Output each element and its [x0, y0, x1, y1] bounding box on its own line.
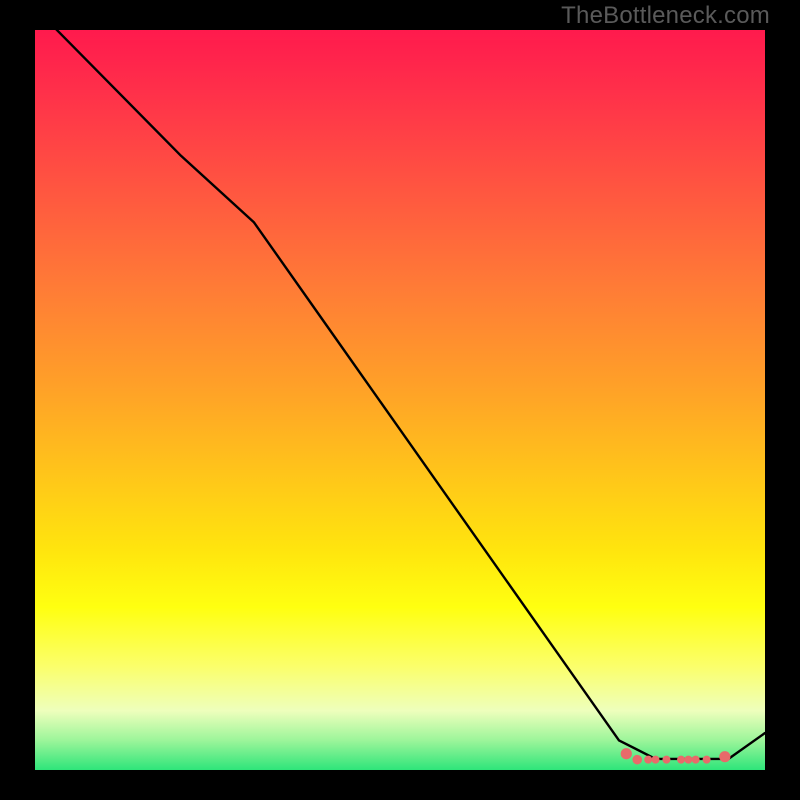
- data-marker: [703, 756, 711, 764]
- data-marker: [662, 756, 670, 764]
- chart-frame: TheBottleneck.com: [0, 0, 800, 800]
- data-marker: [652, 756, 660, 764]
- watermark-text: TheBottleneck.com: [561, 2, 770, 30]
- data-marker: [692, 756, 700, 764]
- data-marker: [621, 748, 632, 759]
- data-marker: [719, 751, 730, 762]
- chart-overlay: [35, 30, 765, 770]
- data-marker: [644, 756, 652, 764]
- data-marker: [677, 756, 685, 764]
- bottleneck-curve: [35, 8, 765, 759]
- data-marker: [632, 755, 642, 765]
- data-marker: [684, 756, 692, 764]
